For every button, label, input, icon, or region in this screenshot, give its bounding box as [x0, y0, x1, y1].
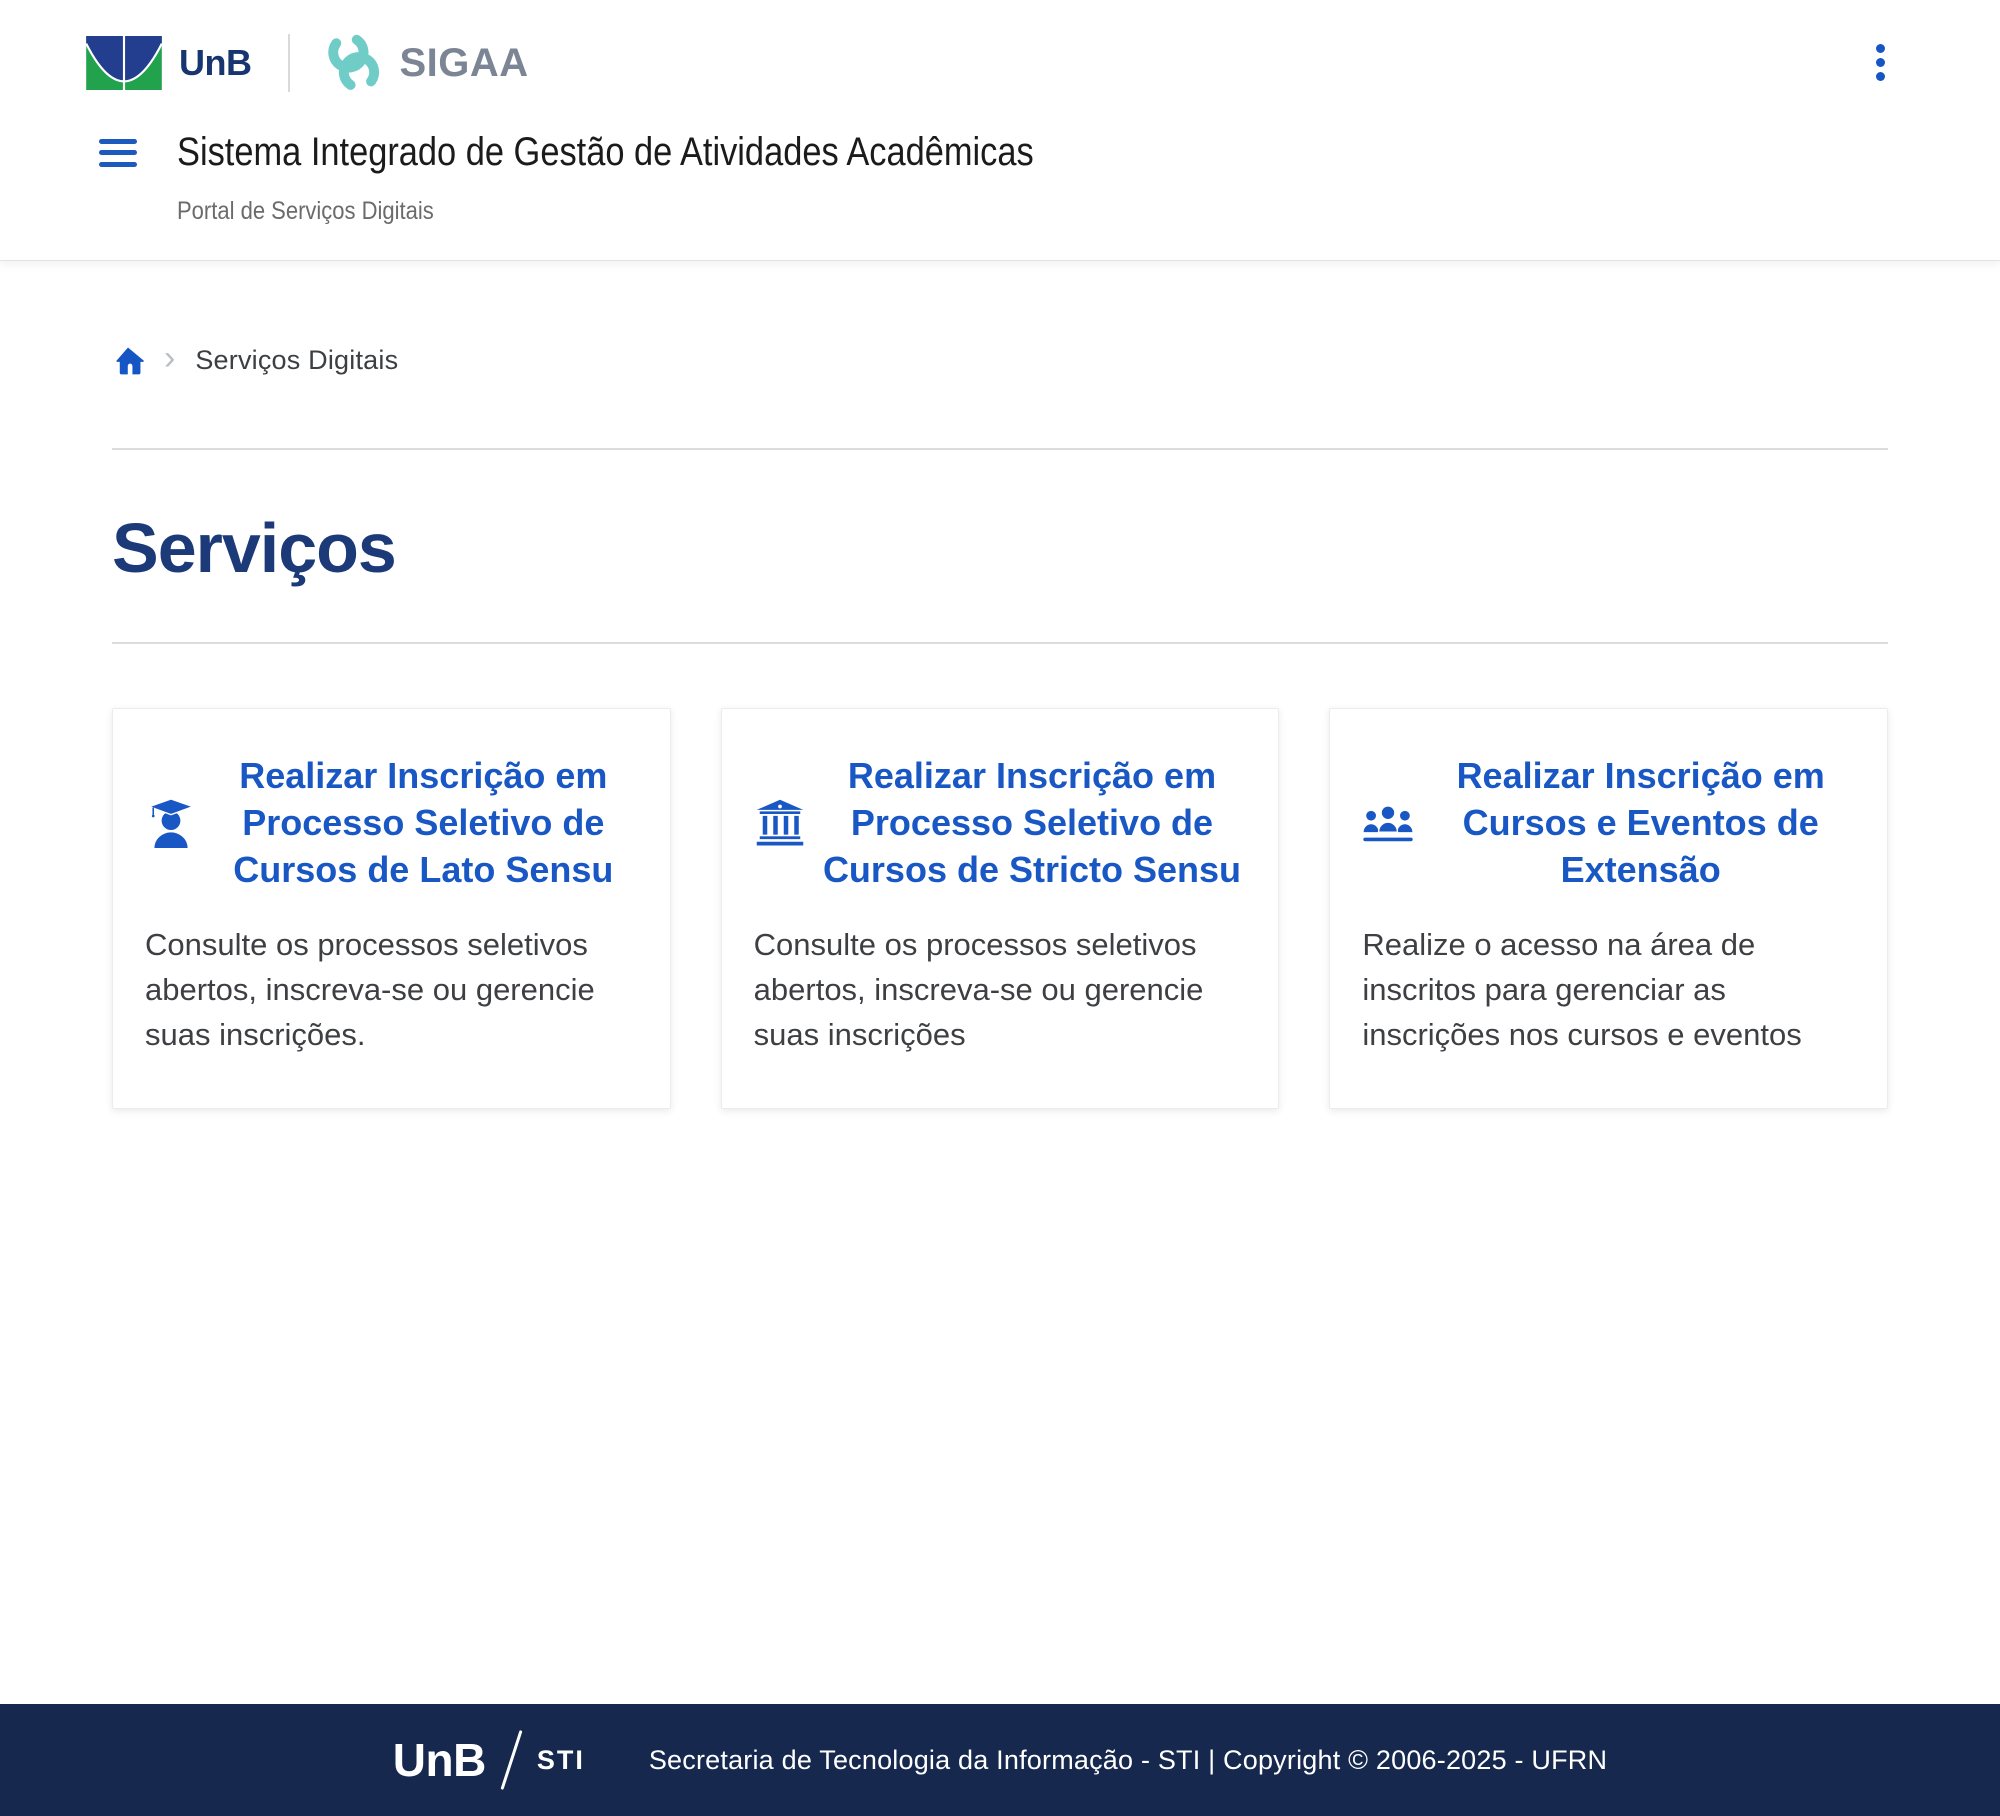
sigaa-logo-icon [322, 30, 388, 96]
unb-wordmark: UnB [179, 42, 252, 84]
divider-top [112, 448, 1888, 450]
hamburger-menu-icon[interactable] [99, 139, 137, 167]
footer-sti-wordmark: STI [537, 1745, 585, 1776]
sigaa-wordmark: SIGAA [400, 41, 529, 86]
card-title-link[interactable]: Realizar Inscrição em Processo Seletivo … [197, 753, 638, 893]
app-title: Sistema Integrado de Gestão de Atividade… [177, 130, 1034, 175]
unb-flag-logo-icon [85, 36, 163, 90]
chevron-right-icon: › [164, 339, 175, 378]
footer-slash-divider [500, 1730, 522, 1790]
card-stricto-sensu[interactable]: Realizar Inscrição em Processo Seletivo … [721, 708, 1280, 1109]
user-graduate-icon [145, 798, 197, 848]
divider-bottom [112, 642, 1888, 644]
card-description: Consulte os processos seletivos abertos,… [754, 923, 1247, 1058]
title-row: Sistema Integrado de Gestão de Atividade… [85, 130, 1915, 175]
footer-unb-wordmark: UnB [393, 1733, 486, 1787]
university-icon [754, 799, 806, 847]
logo-divider [288, 34, 290, 92]
card-head: Realizar Inscrição em Cursos e Eventos d… [1362, 753, 1855, 893]
footer-logo: UnB STI [393, 1729, 585, 1791]
services-card-grid: Realizar Inscrição em Processo Seletivo … [112, 708, 1888, 1109]
users-line-icon [1362, 801, 1414, 845]
card-description: Realize o acesso na área de inscritos pa… [1362, 923, 1855, 1058]
breadcrumb-current: Serviços Digitais [195, 345, 398, 376]
page-title: Serviços [112, 508, 1888, 588]
card-extensao[interactable]: Realizar Inscrição em Cursos e Eventos d… [1329, 708, 1888, 1109]
app-footer: UnB STI Secretaria de Tecnologia da Info… [0, 1704, 2000, 1816]
card-head: Realizar Inscrição em Processo Seletivo … [754, 753, 1247, 893]
app-subtitle: Portal de Serviços Digitais [177, 197, 434, 226]
card-head: Realizar Inscrição em Processo Seletivo … [145, 753, 638, 893]
kebab-menu-icon[interactable] [1860, 40, 1900, 84]
card-lato-sensu[interactable]: Realizar Inscrição em Processo Seletivo … [112, 708, 671, 1109]
home-icon[interactable] [112, 346, 144, 376]
card-description: Consulte os processos seletivos abertos,… [145, 923, 638, 1058]
main-content: › Serviços Digitais Serviços Realizar In… [0, 261, 2000, 1704]
app-header: UnB SIGAA Sistema Integrado de Gestão de… [0, 0, 2000, 261]
logo-row: UnB SIGAA [85, 30, 1915, 96]
footer-copyright: Secretaria de Tecnologia da Informação -… [649, 1745, 1607, 1776]
breadcrumb: › Serviços Digitais [112, 339, 1888, 382]
card-title-link[interactable]: Realizar Inscrição em Cursos e Eventos d… [1414, 753, 1855, 893]
card-title-link[interactable]: Realizar Inscrição em Processo Seletivo … [806, 753, 1247, 893]
